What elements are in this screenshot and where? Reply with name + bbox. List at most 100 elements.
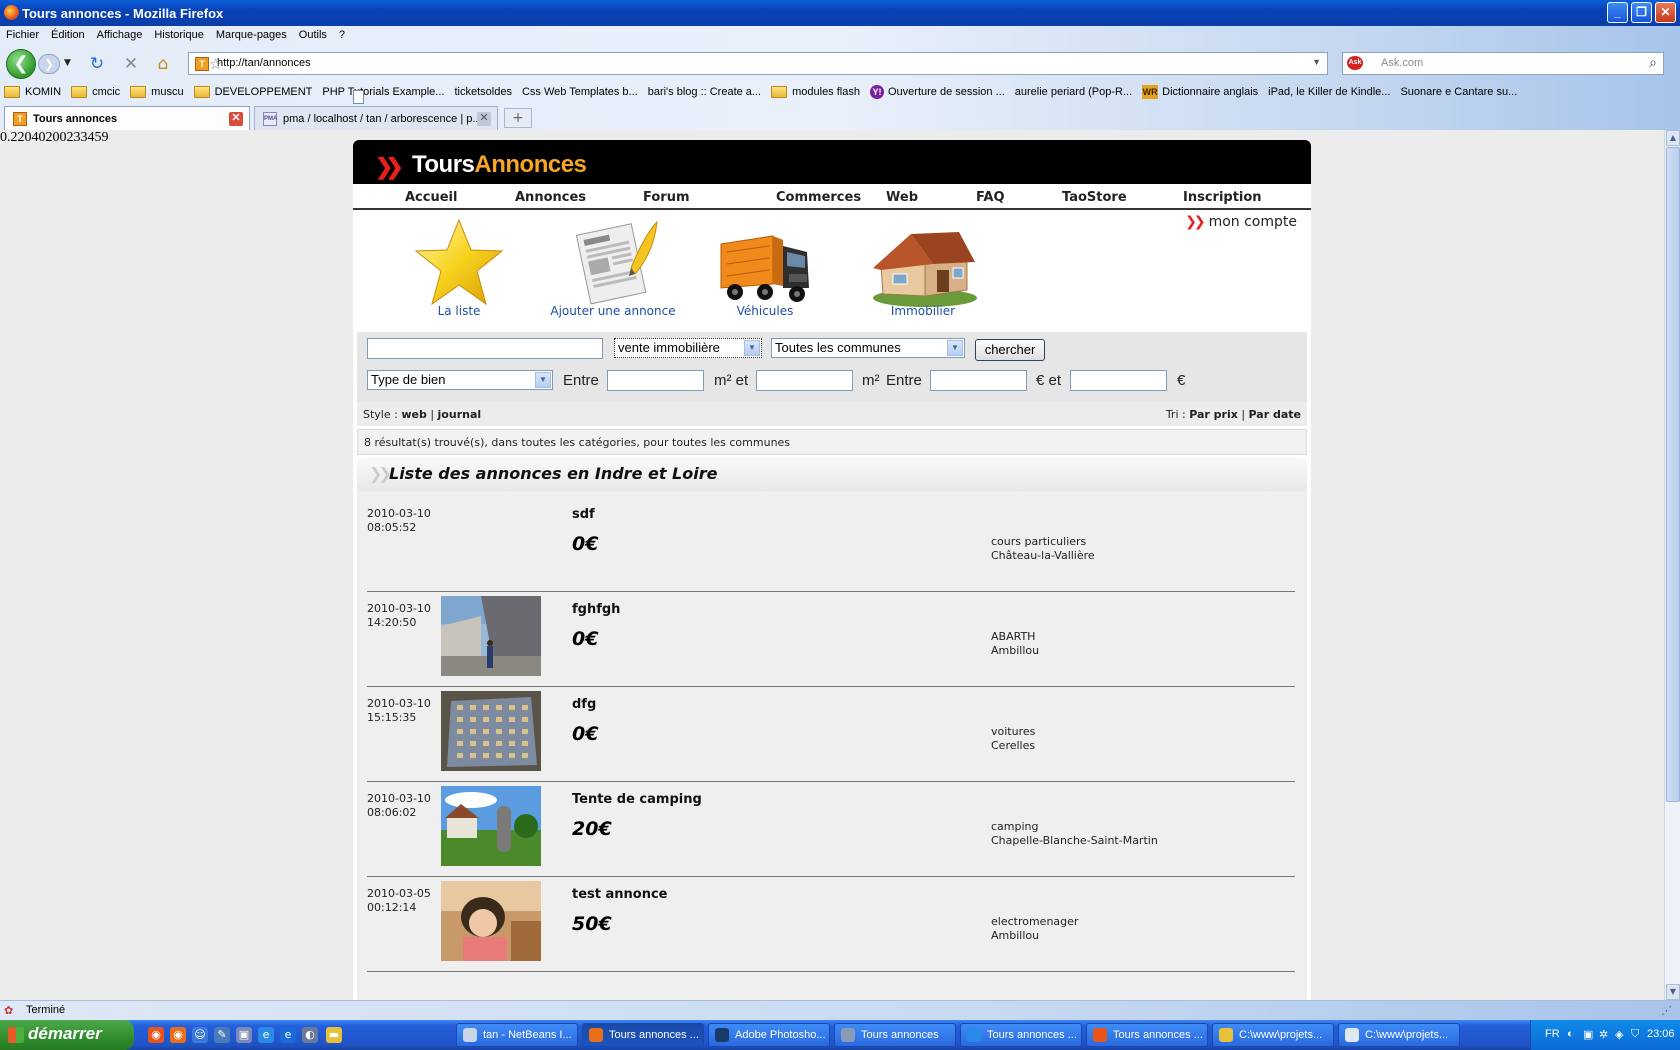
bookmark-item[interactable]: aurelie periard (Pop-R...: [353, 86, 1132, 104]
search-button[interactable]: chercher: [975, 339, 1045, 361]
taskbar-button[interactable]: Tours annonces ...: [1086, 1023, 1208, 1047]
style-web-link[interactable]: web: [401, 408, 427, 421]
nav-web[interactable]: Web: [886, 190, 918, 205]
reload-icon[interactable]: ↻: [86, 53, 108, 75]
new-tab-button[interactable]: +: [504, 108, 532, 128]
quicklaunch-tool-icon[interactable]: ✎: [214, 1027, 230, 1043]
resize-grip-icon[interactable]: ⋰: [1661, 1004, 1672, 1017]
ask-engine-icon[interactable]: Ask: [1347, 56, 1363, 70]
bookmark-item[interactable]: bari's blog :: Create a...: [353, 86, 761, 104]
quicklaunch-messenger-icon[interactable]: ☺: [192, 1027, 208, 1043]
menu-historique[interactable]: Historique: [148, 26, 210, 46]
ad-title[interactable]: sdf: [572, 507, 595, 522]
scroll-thumb[interactable]: [1666, 147, 1680, 802]
ad-thumbnail[interactable]: [441, 881, 541, 961]
menu-outils[interactable]: Outils: [293, 26, 333, 46]
nav-inscription[interactable]: Inscription: [1183, 190, 1262, 205]
tray-icon-4[interactable]: ◈: [1615, 1028, 1623, 1041]
menu-fichier[interactable]: Fichier: [0, 26, 45, 46]
bookmark-item[interactable]: muscu: [130, 86, 184, 98]
sort-par-prix-link[interactable]: Par prix: [1189, 408, 1238, 421]
quicklaunch-ie2-icon[interactable]: e: [280, 1027, 296, 1043]
price-min-input[interactable]: [930, 370, 1027, 391]
category-ajouter-annonce[interactable]: Ajouter une annonce: [533, 218, 693, 318]
scroll-up-icon[interactable]: ▲: [1666, 130, 1680, 146]
nav-forum[interactable]: Forum: [643, 190, 690, 205]
price-max-input[interactable]: [1070, 370, 1167, 391]
mon-compte-link[interactable]: ❯❯ mon compte: [1185, 214, 1297, 230]
taskbar-button[interactable]: Tours annonces: [834, 1023, 956, 1047]
bookmark-item[interactable]: Css Web Templates b...: [353, 86, 638, 104]
quicklaunch-chrome-icon[interactable]: ◉: [148, 1027, 164, 1043]
menu-aide[interactable]: ?: [333, 26, 351, 46]
language-indicator[interactable]: FR: [1545, 1028, 1560, 1040]
nav-taostore[interactable]: TaoStore: [1062, 190, 1127, 205]
search-bar[interactable]: Ask Ask.com ⌕: [1342, 52, 1664, 75]
taskbar-button[interactable]: Tours annonces ...: [960, 1023, 1082, 1047]
bookmark-item[interactable]: cmcic: [71, 86, 120, 98]
bookmark-item[interactable]: Y! Ouverture de session ...: [869, 85, 1005, 99]
url-dropdown-icon[interactable]: ▼: [1312, 57, 1321, 67]
bookmark-item[interactable]: PHP Tutorials Example...: [322, 86, 444, 104]
quicklaunch-firefox-icon[interactable]: ◉: [170, 1027, 186, 1043]
type-select[interactable]: vente immobilière ▼: [614, 338, 762, 358]
start-button[interactable]: démarrer: [0, 1020, 134, 1050]
history-dropdown-icon[interactable]: ▼: [64, 58, 71, 68]
url-bar[interactable]: T http://tan/annonces ☆ ▼: [188, 52, 1328, 75]
bookmark-item[interactable]: WR Dictionnaire anglais: [1142, 85, 1258, 99]
category-immobilier[interactable]: Immobilier: [853, 218, 993, 318]
taskbar-button[interactable]: Adobe Photosho...: [708, 1023, 830, 1047]
back-button[interactable]: ❮: [6, 49, 36, 79]
tray-icon-3[interactable]: ✲: [1599, 1028, 1608, 1041]
minimize-button[interactable]: _: [1607, 2, 1628, 23]
nav-annonces[interactable]: Annonces: [515, 190, 586, 205]
menu-edition[interactable]: Édition: [45, 26, 91, 46]
ad-thumbnail[interactable]: [441, 786, 541, 866]
ad-title[interactable]: test annonce: [572, 887, 668, 902]
bookmark-item[interactable]: KOMIN: [4, 86, 61, 98]
style-journal-link[interactable]: journal: [438, 408, 482, 421]
ad-title[interactable]: Tente de camping: [572, 792, 702, 807]
ad-thumbnail[interactable]: [441, 596, 541, 676]
close-button[interactable]: ✕: [1655, 2, 1676, 23]
taskbar-button[interactable]: C:\www\projets...: [1212, 1023, 1334, 1047]
taskbar-button[interactable]: C:\www\projets...: [1338, 1023, 1460, 1047]
ad-title[interactable]: fghfgh: [572, 602, 620, 617]
tray-icon-2[interactable]: ▣: [1583, 1028, 1593, 1041]
ad-row[interactable]: 2010-03-10 15:15:35 dfg 0€ voitures Cerelles: [367, 681, 1295, 782]
ad-row[interactable]: 2010-03-10 08:05:52 sdf 0€ cours particulier…: [367, 491, 1295, 592]
tab-tours-annonces[interactable]: T Tours annonces ✕: [4, 106, 250, 130]
ad-row[interactable]: 2010-03-10 08:06:02 Tente de camping 20€ cam…: [367, 776, 1295, 877]
tab-close-icon[interactable]: ✕: [477, 112, 491, 126]
ad-row[interactable]: 2010-03-10 14:20:50 fghfgh 0€ ABARTH Ambillou: [367, 586, 1295, 687]
quicklaunch-ie-icon[interactable]: e: [258, 1027, 274, 1043]
commune-select[interactable]: Toutes les communes ▼: [771, 338, 965, 358]
search-icon[interactable]: ⌕: [1649, 54, 1657, 71]
bookmark-item[interactable]: Suonare e Cantare su...: [353, 86, 1517, 104]
surface-max-input[interactable]: [756, 370, 853, 391]
tray-icon-1[interactable]: ◐: [1567, 1028, 1574, 1040]
home-icon[interactable]: ⌂: [152, 53, 174, 75]
forward-button[interactable]: ❯: [38, 54, 60, 74]
quicklaunch-media-icon[interactable]: ◐: [302, 1027, 318, 1043]
tab-close-icon[interactable]: ✕: [229, 112, 243, 126]
scroll-down-icon[interactable]: ▼: [1666, 984, 1680, 1000]
taskbar-button[interactable]: tan - NetBeans I...: [456, 1023, 578, 1047]
menu-affichage[interactable]: Affichage: [91, 26, 149, 46]
keyword-input[interactable]: [367, 338, 603, 359]
ad-thumbnail[interactable]: [441, 691, 541, 771]
bookmark-item[interactable]: ticketsoldes: [353, 86, 512, 104]
maximize-button[interactable]: ❐: [1631, 2, 1652, 23]
nav-faq[interactable]: FAQ: [976, 190, 1005, 205]
bookmark-item[interactable]: DEVELOPPEMENT: [193, 86, 312, 98]
tray-shield-icon[interactable]: ⛉: [1631, 1028, 1639, 1041]
bookmark-item[interactable]: iPad, le Killer de Kindle...: [353, 86, 1390, 104]
nav-accueil[interactable]: Accueil: [405, 190, 457, 205]
ad-row[interactable]: 2010-03-05 00:12:14 test annonce 50€ electro…: [367, 871, 1295, 972]
nav-commerces[interactable]: Commerces: [776, 190, 861, 205]
quicklaunch-app-icon[interactable]: ▣: [236, 1027, 252, 1043]
sort-par-date-link[interactable]: Par date: [1249, 408, 1301, 421]
menu-marque-pages[interactable]: Marque-pages: [210, 26, 293, 46]
ad-title[interactable]: dfg: [572, 697, 596, 712]
tab-pma[interactable]: PMA pma / localhost / tan / arborescence…: [254, 106, 498, 130]
